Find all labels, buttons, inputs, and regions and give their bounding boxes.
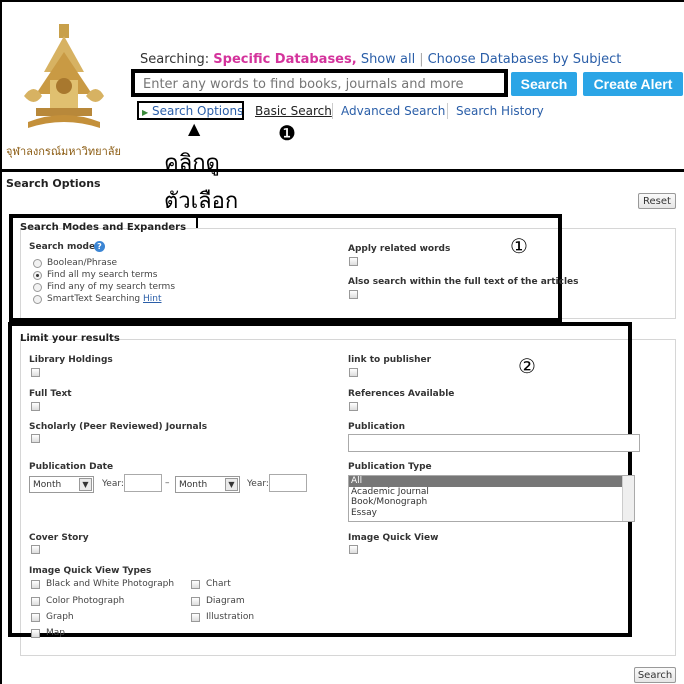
iqv-illustration-checkbox[interactable] [191, 613, 200, 622]
limit-title: Limit your results [20, 333, 120, 344]
basic-search-link[interactable]: Basic Search [255, 104, 332, 118]
mode-label-smarttext: SmartText Searching Hint [47, 294, 162, 304]
cover-story-checkbox[interactable] [31, 545, 40, 554]
full-text-articles-checkbox[interactable] [349, 290, 358, 299]
image-quick-view-label: Image Quick View [348, 533, 439, 543]
search-input[interactable] [135, 74, 504, 95]
searching-prefix: Searching: [140, 52, 210, 67]
publication-date-label: Publication Date [29, 462, 114, 472]
iqv-types-title: Image Quick View Types [29, 566, 152, 576]
iqv-map-label: Map [46, 628, 65, 638]
mode-radio-find-any[interactable] [33, 283, 42, 292]
apply-related-words-checkbox[interactable] [349, 257, 358, 266]
iqv-bw-photo-checkbox[interactable] [31, 580, 40, 589]
searching-databases: Specific Databases, [213, 52, 357, 67]
publication-type-label: Publication Type [348, 462, 432, 472]
listbox-scrollbar[interactable] [622, 476, 634, 521]
month-from-value: Month [33, 479, 62, 490]
searching-line: Searching: Specific Databases, Show all |… [140, 52, 622, 67]
publication-type-option[interactable]: Book/Monograph [349, 497, 634, 508]
scholarly-checkbox[interactable] [31, 434, 40, 443]
mode-radio-find-all[interactable] [33, 271, 42, 280]
show-all-link[interactable]: Show all [361, 52, 415, 67]
annotation-click-line2: ตัวเลือก [164, 189, 239, 214]
iqv-map-checkbox[interactable] [31, 629, 40, 638]
chula-logo [24, 24, 104, 128]
mode-label-find-any: Find any of my search terms [47, 282, 176, 292]
logo-caption: จุฬาลงกรณ์มหาวิทยาลัย [6, 145, 121, 158]
iqv-diagram-label: Diagram [206, 596, 245, 606]
month-to-select[interactable]: Month ▼ [175, 476, 240, 493]
scholarly-label: Scholarly (Peer Reviewed) Journals [29, 422, 208, 432]
date-range-dash: – [165, 478, 170, 488]
full-text-articles-label: Also search within the full text of the … [348, 277, 579, 287]
iqv-bw-photo-label: Black and White Photograph [46, 579, 175, 589]
publication-label: Publication [348, 422, 406, 432]
library-holdings-label: Library Holdings [29, 355, 113, 365]
publication-input[interactable] [348, 434, 640, 452]
full-text-label: Full Text [29, 389, 72, 399]
hint-link[interactable]: Hint [143, 294, 162, 304]
smarttext-label: SmartText Searching [47, 294, 141, 304]
year-to-input[interactable] [269, 474, 307, 492]
link-to-publisher-checkbox[interactable] [349, 368, 358, 377]
iqv-graph-checkbox[interactable] [31, 613, 40, 622]
link-to-publisher-label: link to publisher [348, 355, 432, 365]
references-available-label: References Available [348, 389, 455, 399]
full-text-checkbox[interactable] [31, 402, 40, 411]
search-options-title: Search Options [6, 177, 101, 190]
reset-button[interactable]: Reset [638, 193, 676, 209]
iqv-chart-label: Chart [206, 579, 231, 589]
arrow-up-icon: ▲ [188, 119, 201, 138]
references-available-checkbox[interactable] [349, 402, 358, 411]
iqv-diagram-checkbox[interactable] [191, 597, 200, 606]
image-quick-view-checkbox[interactable] [349, 545, 358, 554]
year-from-input[interactable] [124, 474, 162, 492]
month-to-value: Month [179, 479, 208, 490]
publication-type-option[interactable]: All [349, 476, 622, 487]
iqv-color-photo-checkbox[interactable] [31, 597, 40, 606]
publication-type-option[interactable]: Essay [349, 508, 634, 519]
apply-related-words-label: Apply related words [348, 244, 451, 254]
chevron-down-icon: ▼ [225, 478, 238, 491]
bottom-search-button[interactable]: Search [634, 667, 676, 683]
mode-radio-boolean[interactable] [33, 259, 42, 268]
year-from-label: Year: [102, 479, 124, 489]
create-alert-button[interactable]: Create Alert [583, 72, 683, 96]
mode-radio-smarttext[interactable] [33, 295, 42, 304]
marker-circle-2: ② [518, 354, 536, 378]
publication-type-option[interactable]: Academic Journal [349, 487, 634, 498]
cover-story-label: Cover Story [29, 533, 89, 543]
publication-type-listbox[interactable]: All Academic Journal Book/Monograph Essa… [348, 475, 635, 522]
iqv-illustration-label: Illustration [206, 612, 255, 622]
nav-divider [332, 103, 333, 119]
header-divider [0, 169, 684, 172]
annotation-click-line1: คลิกดู [164, 151, 220, 176]
iqv-chart-checkbox[interactable] [191, 580, 200, 589]
month-from-select[interactable]: Month ▼ [29, 476, 94, 493]
advanced-search-link[interactable]: Advanced Search [341, 104, 445, 118]
nav-divider [447, 103, 448, 119]
library-holdings-checkbox[interactable] [31, 368, 40, 377]
iqv-color-photo-label: Color Photograph [46, 596, 125, 606]
search-box [131, 69, 508, 97]
search-button[interactable]: Search [511, 72, 577, 96]
search-modes-label: Search modes [29, 242, 101, 252]
marker-1: ❶ [278, 121, 296, 145]
modes-title: Search Modes and Expanders [20, 222, 187, 233]
marker-circle-1: ① [510, 234, 528, 258]
iqv-graph-label: Graph [46, 612, 74, 622]
mode-label-find-all: Find all my search terms [47, 270, 158, 280]
help-icon[interactable]: ? [94, 241, 105, 252]
search-options-highlight [137, 101, 244, 120]
choose-databases-link[interactable]: Choose Databases by Subject [428, 52, 622, 67]
mode-label-boolean: Boolean/Phrase [47, 258, 118, 268]
search-history-link[interactable]: Search History [456, 104, 544, 118]
chevron-down-icon: ▼ [79, 478, 92, 491]
year-to-label: Year: [247, 479, 269, 489]
